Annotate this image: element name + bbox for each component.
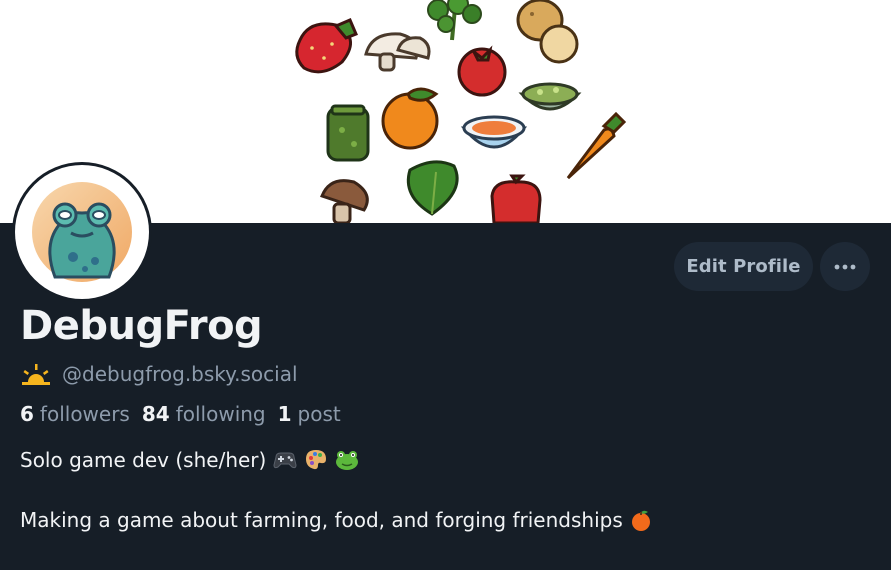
strawberry-icon bbox=[295, 18, 358, 74]
following-label: following bbox=[175, 402, 266, 426]
posts-count: 1 bbox=[277, 402, 292, 426]
frog-icon bbox=[336, 451, 359, 470]
more-dots-icon bbox=[834, 264, 856, 269]
frog-avatar-icon bbox=[32, 182, 132, 282]
tomato-icon bbox=[457, 45, 507, 97]
tangerine-icon bbox=[631, 510, 650, 531]
mushroom-icon bbox=[364, 32, 431, 72]
bio-line-2: Making a game about farming, food, and f… bbox=[20, 506, 653, 534]
spinach-icon bbox=[406, 160, 459, 216]
more-options-button[interactable] bbox=[820, 242, 870, 291]
following-count: 84 bbox=[141, 402, 170, 426]
potato-icon bbox=[516, 0, 579, 64]
bell-pepper-icon bbox=[490, 174, 542, 223]
orange-icon bbox=[381, 87, 439, 150]
herb-icon bbox=[427, 0, 482, 41]
followers-link[interactable]: 6 followers bbox=[20, 402, 130, 426]
palette-icon bbox=[306, 450, 327, 470]
bio-text-2: Making a game about farming, food, and f… bbox=[20, 508, 623, 532]
profile-page: Edit Profile DebugFrog @debugfrog.bsky.s… bbox=[0, 0, 891, 570]
followers-label: followers bbox=[39, 402, 130, 426]
edit-profile-button[interactable]: Edit Profile bbox=[674, 242, 813, 291]
avatar-image bbox=[15, 165, 149, 299]
posts-stat: 1 post bbox=[278, 402, 341, 426]
soup-bowl-icon bbox=[460, 115, 528, 149]
bio-text-1: Solo game dev (she/her) bbox=[20, 448, 267, 472]
salad-bowl-icon bbox=[518, 82, 582, 111]
posts-label: post bbox=[297, 402, 341, 426]
avatar[interactable] bbox=[12, 162, 152, 302]
following-link[interactable]: 84 following bbox=[142, 402, 266, 426]
shiitake-icon bbox=[320, 179, 369, 223]
bio-line-1: Solo game dev (she/her) bbox=[20, 446, 360, 474]
display-name: DebugFrog bbox=[20, 303, 263, 349]
handle-row: @debugfrog.bsky.social bbox=[20, 360, 298, 388]
pickle-jar-icon bbox=[326, 104, 370, 162]
stats-row: 6 followers 84 following 1 post bbox=[20, 400, 353, 428]
followers-count: 6 bbox=[20, 402, 34, 426]
handle-text[interactable]: @debugfrog.bsky.social bbox=[62, 362, 298, 386]
sunrise-icon bbox=[22, 364, 50, 385]
game-controller-icon bbox=[273, 452, 297, 469]
carrot-icon bbox=[566, 111, 627, 180]
